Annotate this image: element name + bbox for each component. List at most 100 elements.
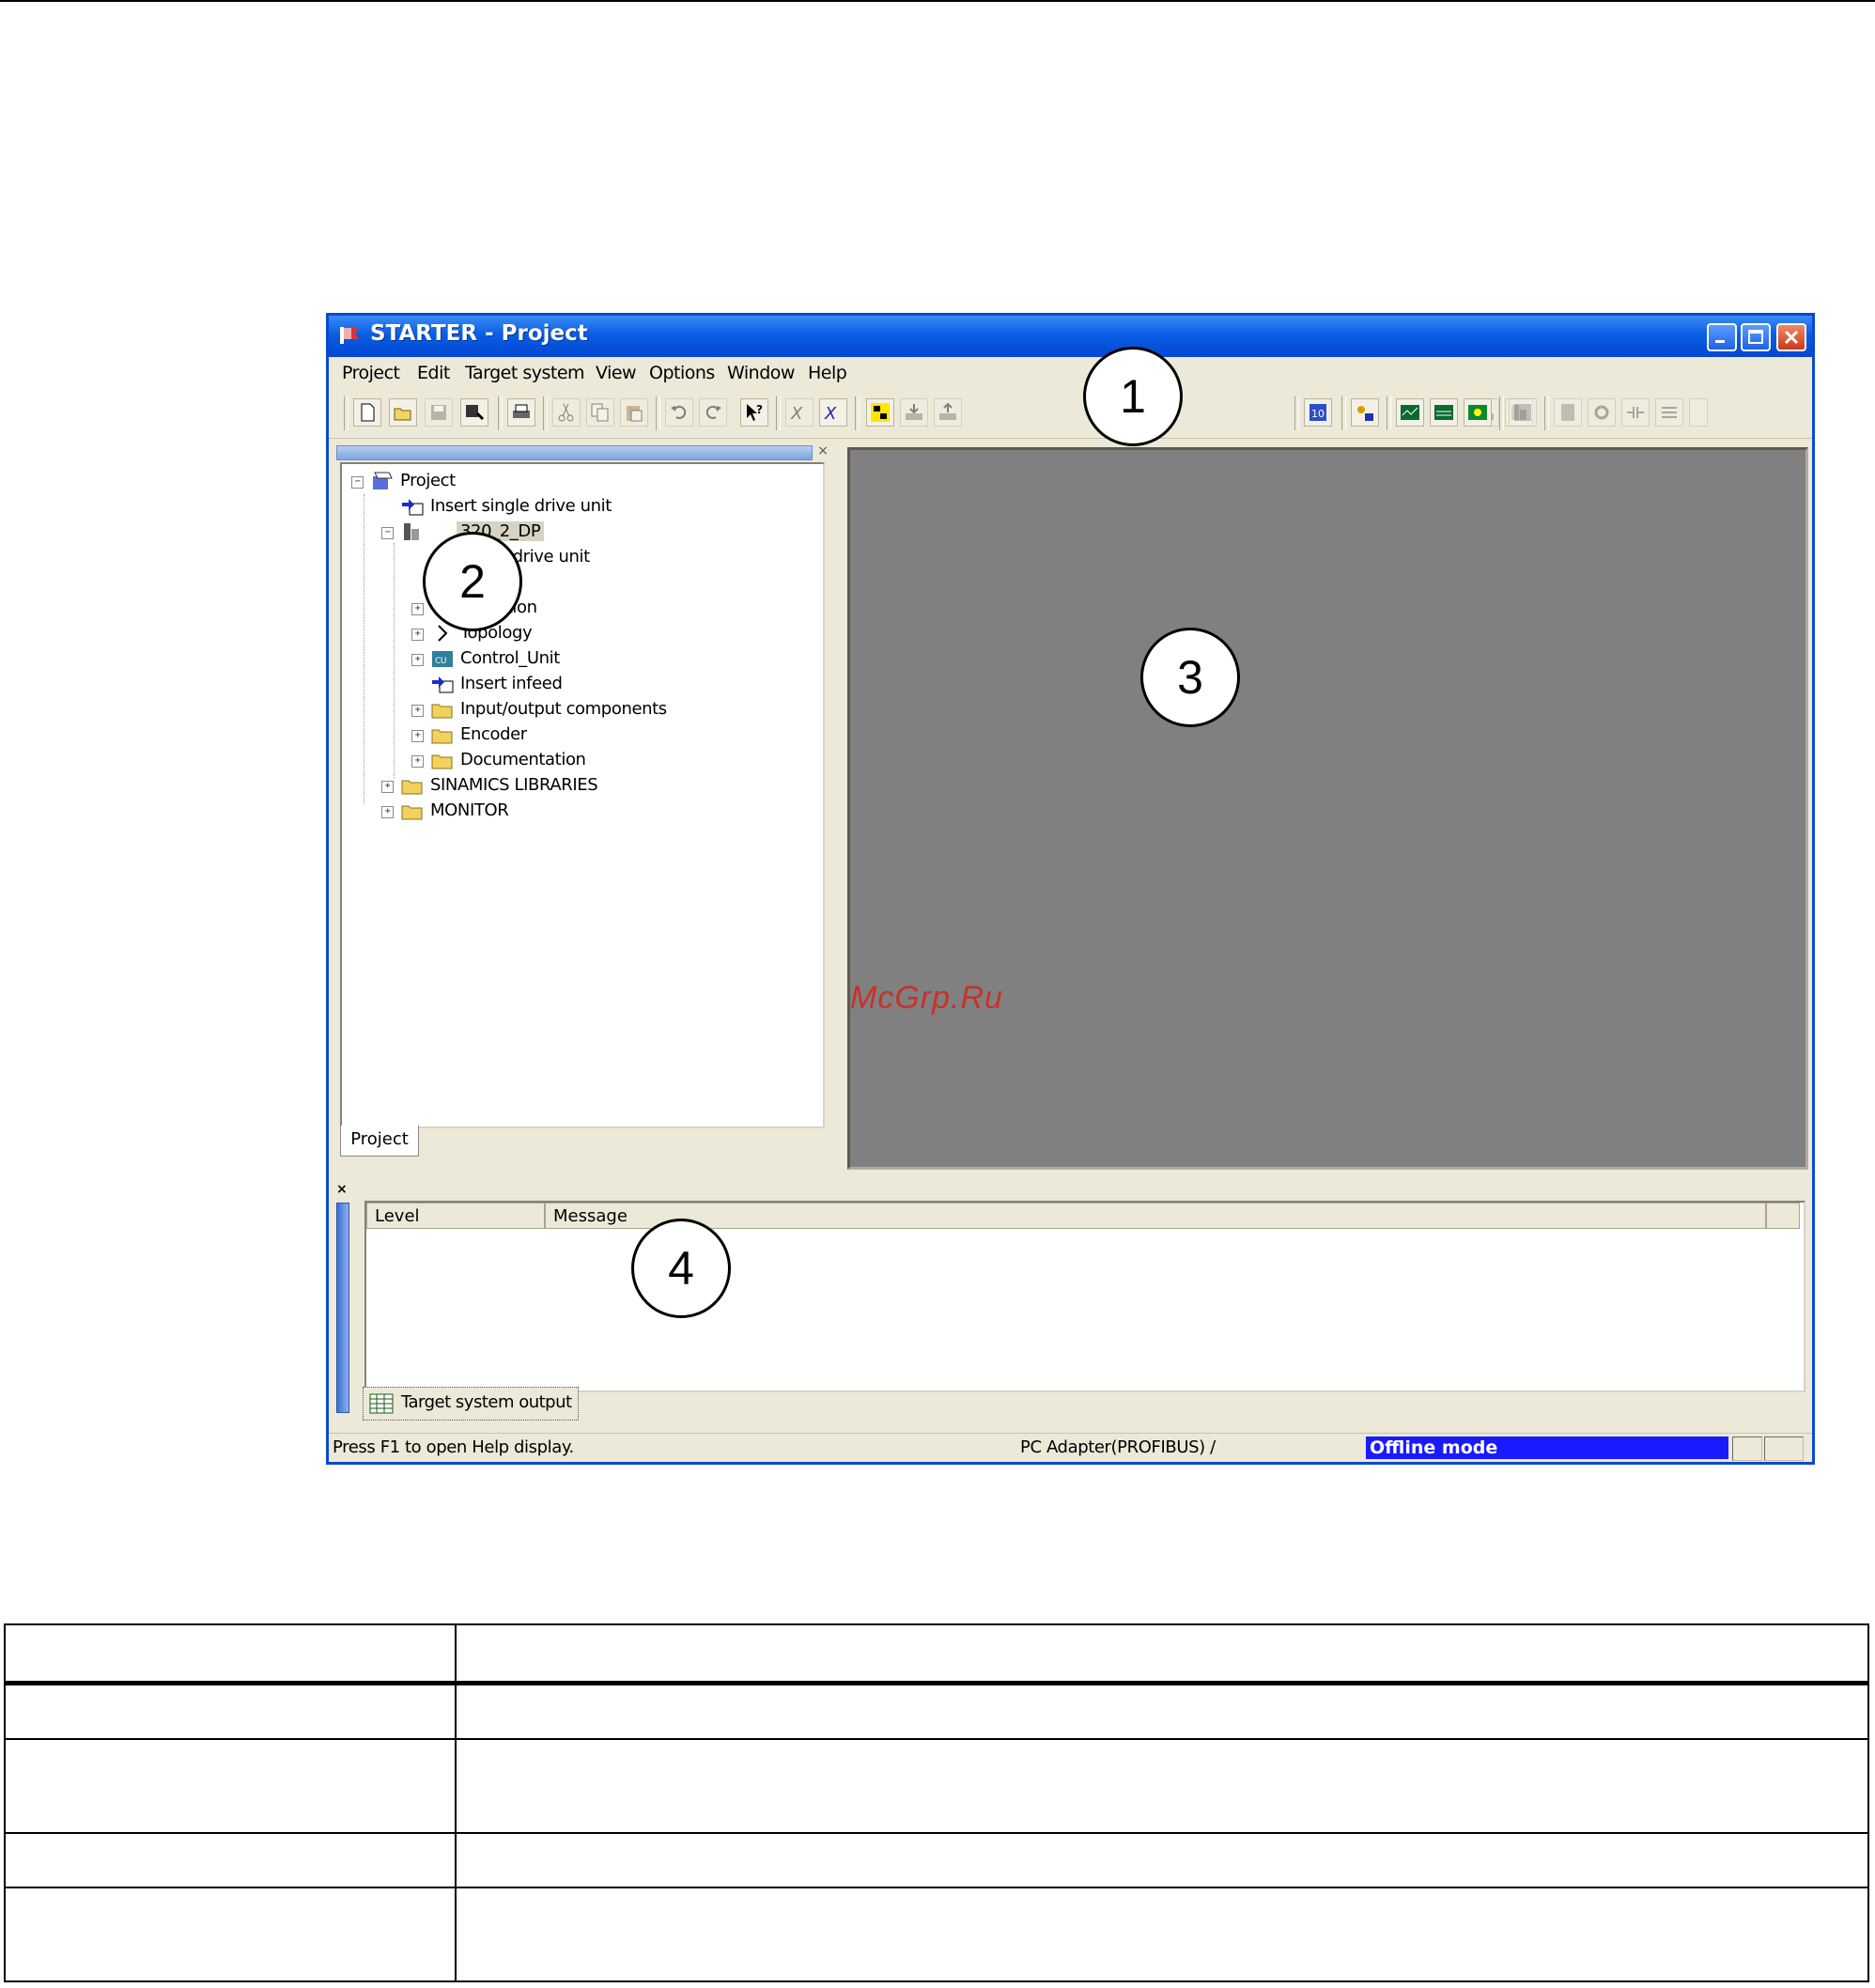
maximize-button[interactable]	[1741, 323, 1771, 351]
save-button[interactable]	[425, 398, 453, 427]
project-tree[interactable]: − Project Insert single drive unit − 320…	[340, 462, 825, 1128]
block-button[interactable]	[1554, 398, 1582, 427]
open-button[interactable]	[389, 398, 417, 427]
menu-window[interactable]: Window	[727, 363, 795, 383]
list-button[interactable]	[1655, 398, 1683, 427]
folder-icon	[431, 729, 453, 744]
connector-button[interactable]	[1621, 398, 1650, 427]
measure-button[interactable]	[1430, 398, 1458, 427]
toolbar-separator	[1387, 396, 1391, 430]
undo-button[interactable]	[665, 398, 693, 427]
expand-icon[interactable]: +	[381, 781, 394, 793]
navigator-close-icon[interactable]: ×	[817, 443, 829, 458]
drive-unit-icon	[404, 523, 419, 540]
copy-button[interactable]	[586, 398, 614, 427]
menu-target-system[interactable]: Target system	[465, 363, 585, 383]
trace-button[interactable]	[1396, 398, 1424, 427]
toolbar-separator	[1499, 396, 1504, 430]
column-header-level[interactable]: Level	[366, 1203, 545, 1229]
table-cell	[455, 1623, 1869, 1684]
close-button[interactable]	[1776, 323, 1806, 351]
collapse-icon[interactable]: −	[351, 476, 364, 489]
expand-icon[interactable]: +	[411, 705, 424, 717]
column-header-message[interactable]: Message	[545, 1203, 1766, 1229]
expand-icon[interactable]: +	[411, 603, 424, 615]
top-rule	[0, 0, 1875, 2]
menu-help[interactable]: Help	[808, 363, 847, 383]
toolbar-separator	[344, 396, 349, 430]
connect-button[interactable]	[866, 398, 894, 427]
cut-button[interactable]	[552, 398, 581, 427]
more-button[interactable]	[1689, 398, 1708, 427]
status-bar: Press F1 to open Help display. PC Adapte…	[329, 1433, 1812, 1462]
redo-button[interactable]	[699, 398, 727, 427]
toolbar-separator	[543, 396, 548, 430]
expand-icon[interactable]: +	[381, 806, 394, 818]
tab-target-system-output[interactable]: Target system output	[363, 1387, 579, 1421]
expert-list-button[interactable]: X	[819, 398, 847, 427]
new-button[interactable]	[353, 398, 381, 427]
minimize-button[interactable]	[1707, 323, 1737, 351]
expert-icon: X	[790, 404, 803, 423]
table-cell	[4, 1680, 457, 1740]
working-area[interactable]: McGrp.Ru	[847, 447, 1808, 1170]
gear-button[interactable]	[1588, 398, 1616, 427]
table-cell	[455, 1680, 1869, 1740]
menu-bar: Project Edit Target system View Options …	[329, 359, 1812, 387]
message-list[interactable]: Level Message	[364, 1201, 1805, 1392]
expand-icon[interactable]: +	[411, 629, 424, 641]
watermark: McGrp.Ru	[850, 980, 1003, 1016]
table-cell	[455, 1832, 1869, 1888]
device-config-button[interactable]	[1351, 398, 1379, 427]
title-bar[interactable]: STARTER - Project	[329, 316, 1812, 357]
save-icon	[431, 405, 446, 420]
gear-icon	[1594, 405, 1609, 420]
menu-view[interactable]: View	[596, 363, 637, 383]
menu-options[interactable]: Options	[649, 363, 715, 383]
app-icon	[340, 327, 359, 344]
detail-close-icon[interactable]: ×	[336, 1182, 348, 1197]
status-adapter: PC Adapter(PROFIBUS) /	[1020, 1437, 1216, 1457]
connector-icon	[1627, 407, 1644, 418]
detail-view-handle[interactable]	[336, 1203, 349, 1413]
upload-icon	[939, 402, 956, 420]
toolbar-separator	[498, 396, 503, 430]
expand-icon[interactable]: +	[411, 755, 424, 768]
cut-icon	[558, 403, 574, 422]
table-cell	[455, 1887, 1869, 1982]
measure-icon	[1434, 405, 1453, 420]
table-cell	[4, 1887, 457, 1982]
expert-button[interactable]: X	[785, 398, 814, 427]
menu-edit[interactable]: Edit	[417, 363, 450, 383]
svg-text:?: ?	[756, 403, 763, 416]
expand-icon[interactable]: +	[411, 730, 424, 742]
function-generator-button[interactable]	[1464, 398, 1492, 427]
status-help-text: Press F1 to open Help display.	[333, 1437, 574, 1457]
table-cell	[455, 1738, 1869, 1834]
control-panel-button[interactable]: 10	[1304, 398, 1332, 427]
save-compile-button[interactable]	[460, 398, 488, 427]
paste-button[interactable]	[620, 398, 648, 427]
upload-button[interactable]	[934, 398, 962, 427]
tab-project[interactable]: Project	[340, 1126, 419, 1157]
context-help-button[interactable]: ?	[740, 398, 768, 427]
toolbar-separator	[855, 396, 860, 430]
download-button[interactable]	[900, 398, 928, 427]
toolbar: ? X X 10	[329, 389, 1812, 439]
window-arrange-button[interactable]	[1509, 398, 1537, 427]
insert-icon	[402, 499, 424, 516]
control-unit-icon: CU	[432, 651, 453, 667]
collapse-icon[interactable]: −	[381, 527, 394, 539]
toolbar-separator	[1544, 396, 1549, 430]
menu-project[interactable]: Project	[342, 363, 400, 383]
callout-4: 4	[631, 1219, 731, 1318]
callout-3: 3	[1140, 628, 1240, 727]
table-icon	[369, 1393, 394, 1414]
function-generator-icon	[1468, 405, 1487, 420]
toolbar-separator	[1341, 396, 1346, 430]
table-cell	[4, 1738, 457, 1834]
navigator-header[interactable]	[336, 445, 813, 460]
print-button[interactable]	[507, 398, 535, 427]
expand-icon[interactable]: +	[411, 654, 424, 666]
svg-text:X: X	[824, 404, 837, 423]
